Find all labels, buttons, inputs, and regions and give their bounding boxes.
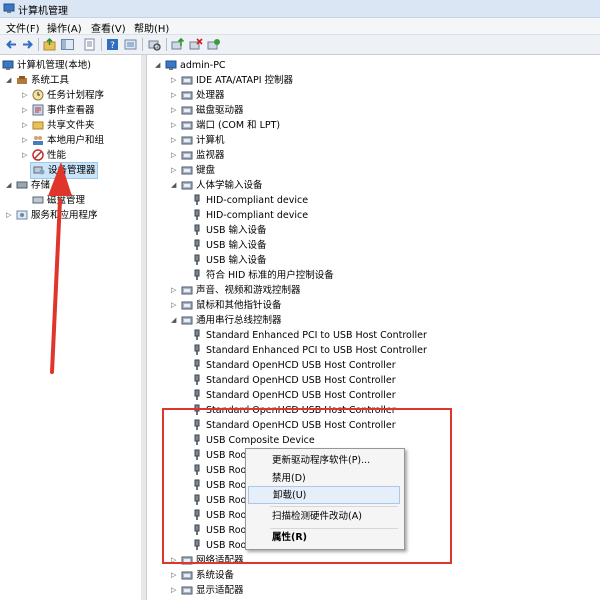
svg-text:?: ? [110,41,115,51]
device-icon [191,209,203,221]
properties-sheet-icon[interactable] [82,37,97,52]
performance-icon [32,149,44,161]
window-title: 计算机管理 [18,6,68,17]
device-icon [191,404,203,416]
device-icon [191,344,203,356]
shared-folder-icon [32,119,44,131]
device-icon [191,449,203,461]
menu-file[interactable]: 文件(F) [6,20,40,35]
menu-update-driver[interactable]: 更新驱动程序软件(P)... [248,452,400,470]
forward-arrow-icon[interactable] [20,37,35,52]
device-icon [191,374,203,386]
device-icon [191,269,203,281]
navigation-tree: 计算机管理(本地) ◢ 系统工具 ▷ 任务计划程序 ▷ 事件查看器 ▷ 共享文件… [0,55,142,600]
expand-arrow-icon[interactable]: ▷ [171,107,178,114]
expand-arrow-icon[interactable]: ▷ [171,302,178,309]
scan-hardware-icon[interactable] [147,37,162,52]
storage-icon [16,179,28,191]
expand-arrow-icon[interactable]: ▷ [22,92,29,99]
device-icon [191,389,203,401]
expand-arrow-icon[interactable]: ▷ [22,107,29,114]
device-icon [191,479,203,491]
expand-arrow-icon[interactable]: ▷ [22,137,29,144]
toolbar: ? [0,35,600,55]
device-icon [191,539,203,551]
expand-arrow-icon[interactable]: ▷ [171,137,178,144]
collapse-arrow-icon[interactable]: ◢ [171,182,178,189]
device-category-icon [181,149,193,161]
device-category-icon [181,164,193,176]
device-category-icon [181,584,193,596]
context-menu: 更新驱动程序软件(P)... 禁用(D) 卸载(U) 扫描检测硬件改动(A) 属… [245,448,405,550]
menu-properties[interactable]: 属性(R) [248,529,400,547]
show-hide-tree-icon[interactable] [60,37,75,52]
device-category-icon [181,284,193,296]
expand-arrow-icon[interactable]: ▷ [171,572,178,579]
back-arrow-icon[interactable] [4,37,19,52]
device-icon [191,464,203,476]
expand-arrow-icon[interactable]: ▷ [22,152,29,159]
expand-arrow-icon[interactable]: ▷ [171,92,178,99]
collapse-arrow-icon[interactable]: ◢ [6,77,13,84]
device-category-icon [181,134,193,146]
expand-arrow-icon[interactable]: ▷ [171,287,178,294]
collapse-arrow-icon[interactable]: ◢ [171,317,178,324]
expand-arrow-icon[interactable]: ▷ [171,152,178,159]
collapse-arrow-icon[interactable]: ◢ [6,182,13,189]
disk-icon [32,194,44,206]
expand-arrow-icon[interactable]: ▷ [171,77,178,84]
device-category-icon [181,89,193,101]
device-icon [191,194,203,206]
expand-arrow-icon[interactable]: ▷ [171,167,178,174]
menu-uninstall[interactable]: 卸载(U) [248,486,400,504]
clock-icon [32,89,44,101]
title-bar: 计算机管理 [0,0,600,18]
device-icon [191,359,203,371]
services-icon [16,209,28,221]
device-category-icon [181,314,193,326]
help-icon[interactable]: ? [105,37,120,52]
computer-management-icon [2,59,14,71]
tree-item-device-manager[interactable]: 设备管理器 [30,162,98,179]
update-driver-icon[interactable] [170,37,185,52]
view-icon[interactable] [123,37,138,52]
device-category-icon [181,74,193,86]
menu-action[interactable]: 操作(A) [47,20,82,35]
device-icon [191,434,203,446]
device-icon [191,329,203,341]
device-icon [191,239,203,251]
menu-view[interactable]: 查看(V) [91,20,126,35]
computer-icon [165,59,177,71]
device-icon [191,494,203,506]
menu-bar: 文件(F) 操作(A) 查看(V) 帮助(H) [0,18,600,35]
expand-arrow-icon[interactable]: ▷ [171,587,178,594]
computer-management-icon [3,2,15,14]
device-icon [191,224,203,236]
menu-scan-hardware[interactable]: 扫描检测硬件改动(A) [248,508,400,526]
collapse-arrow-icon[interactable]: ◢ [155,62,162,69]
device-category-icon [181,554,193,566]
device-category-icon [181,569,193,581]
device-icon [191,509,203,521]
up-folder-icon[interactable] [42,37,57,52]
menu-help[interactable]: 帮助(H) [134,20,169,35]
expand-arrow-icon[interactable]: ▷ [22,122,29,129]
event-viewer-icon [32,104,44,116]
device-category-icon [181,104,193,116]
device-category-icon [181,179,193,191]
device-manager-icon [33,164,45,176]
expand-arrow-icon[interactable]: ▷ [171,122,178,129]
expand-arrow-icon[interactable]: ▷ [171,557,178,564]
tools-icon [16,74,28,86]
device-icon [191,419,203,431]
expand-arrow-icon[interactable]: ▷ [6,212,13,219]
device-category-icon [181,299,193,311]
device-icon [191,254,203,266]
disable-device-icon[interactable] [188,37,203,52]
device-category-icon [181,119,193,131]
users-icon [32,134,44,146]
enable-device-icon[interactable] [206,37,221,52]
device-icon [191,524,203,536]
